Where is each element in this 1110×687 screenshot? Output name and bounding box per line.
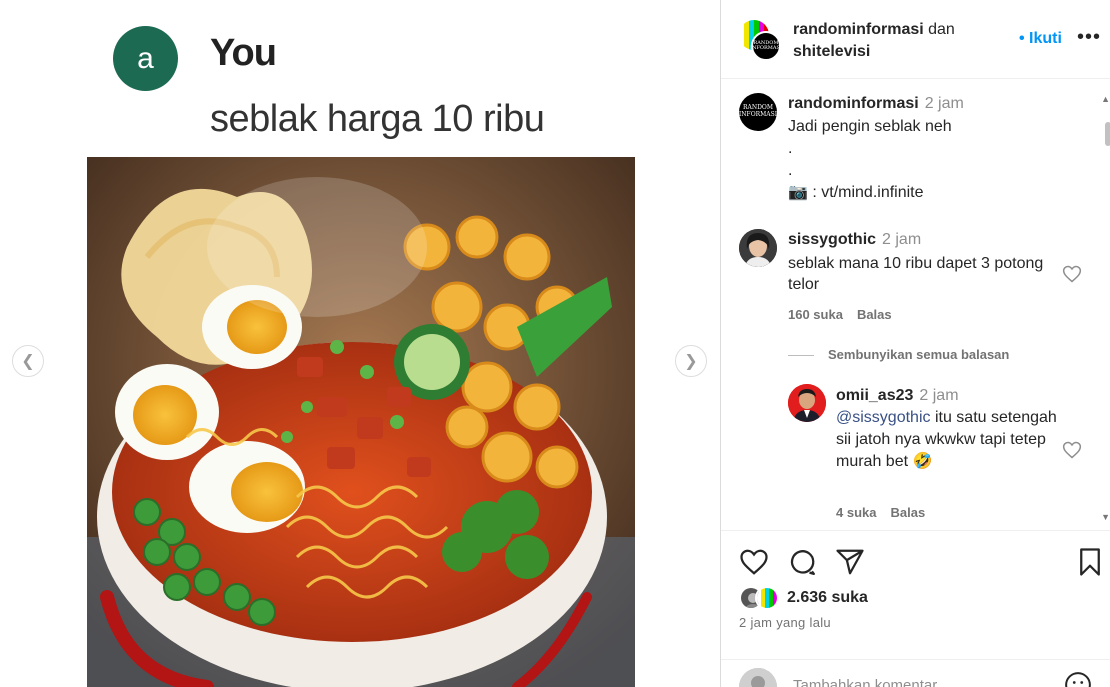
caption-line: Jadi pengin seblak neh [788, 118, 952, 135]
comment-time: 2 jam [882, 231, 922, 248]
reply-time: 2 jam [919, 387, 959, 404]
post-timestamp[interactable]: 2 jam yang lalu [739, 615, 831, 630]
reply-header: omii_as23 2 jam [836, 387, 959, 405]
add-comment-bar [721, 659, 1110, 687]
chat-avatar: a [113, 26, 178, 91]
reply-button[interactable]: Balas [857, 307, 892, 322]
scrollbar-thumb[interactable] [1105, 122, 1110, 146]
comment-like-icon[interactable] [1062, 264, 1082, 284]
comment-header: sissygothic 2 jam [788, 231, 921, 249]
more-options-button[interactable]: ••• [1077, 26, 1101, 49]
reply-like-icon[interactable] [1062, 440, 1082, 460]
avatar-randominformasi: RANDOM INFORMASI [750, 31, 782, 61]
comment-likes[interactable]: 160 suka [788, 307, 843, 322]
scroll-up-arrow-icon[interactable]: ▲ [1101, 94, 1110, 104]
caption-line: . [788, 162, 793, 179]
current-user-avatar [739, 668, 777, 687]
likes-count[interactable]: 2.636 suka [787, 589, 868, 607]
chevron-right-icon: ❯ [684, 353, 698, 370]
reply-mention[interactable]: @sissygothic [836, 409, 931, 426]
like-heart-icon[interactable] [739, 547, 769, 577]
reply-avatar[interactable] [788, 384, 826, 422]
post-sidebar: RANDOM INFORMASI randominformasi dan shi… [720, 0, 1110, 687]
previous-image-button[interactable]: ❮ [12, 345, 44, 377]
post-authors: randominformasi dan shitelevisi [793, 19, 1013, 63]
bookmark-save-icon[interactable] [1075, 547, 1105, 577]
reply-username[interactable]: omii_as23 [836, 387, 913, 404]
hide-replies-label: Sembunyikan semua balasan [828, 347, 1010, 362]
author-link-randominformasi[interactable]: randominformasi [793, 21, 924, 38]
reply-likes[interactable]: 4 suka [836, 505, 876, 520]
post-media: a You seblak harga 10 ribu ❮ ❯ [0, 0, 720, 687]
reply-text: @sissygothic itu satu setengah sii jatoh… [836, 407, 1066, 473]
chat-username: You [210, 32, 277, 74]
instagram-post-viewer: a You seblak harga 10 ribu ❮ ❯ RANDOM IN… [0, 0, 1110, 687]
author-link-shitelevisi[interactable]: shitelevisi [793, 43, 870, 60]
seblak-image [87, 157, 635, 687]
follow-button[interactable]: • Ikuti [1019, 30, 1062, 48]
next-image-button[interactable]: ❯ [675, 345, 707, 377]
comment-username[interactable]: sissygothic [788, 231, 876, 248]
caption-avatar[interactable]: RANDOM INFORMASI [739, 93, 777, 131]
comments-panel[interactable]: RANDOM INFORMASI randominformasi 2 jam Ja… [721, 80, 1110, 530]
comment-avatar[interactable] [739, 229, 777, 267]
liker-avatar [755, 586, 779, 610]
comment-meta: 160 suka Balas [788, 307, 906, 322]
emoji-picker-icon[interactable] [1063, 670, 1093, 687]
scroll-down-arrow-icon[interactable]: ▼ [1101, 512, 1110, 522]
caption-text: Jadi pengin seblak neh . . 📷 : vt/mind.i… [788, 116, 952, 204]
share-send-icon[interactable] [835, 547, 865, 577]
caption-line: . [788, 140, 793, 157]
collab-avatars[interactable]: RANDOM INFORMASI [739, 20, 783, 62]
comment-bubble-icon[interactable] [787, 547, 817, 577]
reply-meta: 4 suka Balas [836, 505, 939, 520]
chat-message: seblak harga 10 ribu [210, 98, 545, 140]
caption-time: 2 jam [924, 95, 964, 112]
caption-header: randominformasi 2 jam [788, 95, 964, 113]
hide-replies-divider [788, 355, 814, 357]
reply-reply-button[interactable]: Balas [890, 505, 925, 520]
add-comment-input[interactable] [793, 677, 1053, 687]
hide-replies-button[interactable]: Sembunyikan semua balasan [788, 347, 1009, 362]
caption-line: 📷 : vt/mind.infinite [788, 184, 924, 201]
chevron-left-icon: ❮ [21, 353, 35, 370]
post-header: RANDOM INFORMASI randominformasi dan shi… [721, 0, 1110, 79]
comments-scrollbar[interactable]: ▲ ▼ [1101, 88, 1110, 522]
post-actions: 2.636 suka 2 jam yang lalu [721, 530, 1110, 687]
caption-username[interactable]: randominformasi [788, 95, 919, 112]
more-horizontal-icon: ••• [1077, 26, 1102, 48]
comment-text: seblak mana 10 ribu dapet 3 potong telor [788, 255, 1044, 293]
author-connector: dan [923, 21, 955, 38]
